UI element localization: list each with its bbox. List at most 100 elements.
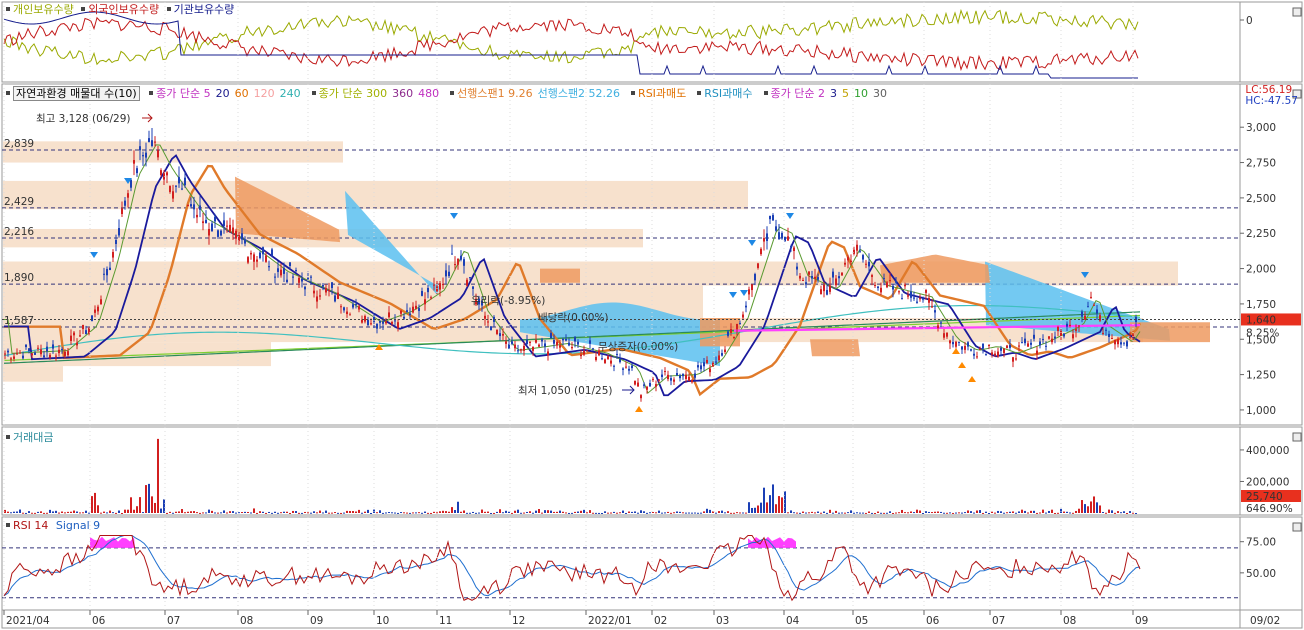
indicator-item[interactable]: 60 xyxy=(235,87,249,100)
volume-bar xyxy=(370,512,372,514)
indicator-item[interactable]: 240 xyxy=(280,87,301,100)
legend-individual[interactable]: 개인보유수량 xyxy=(13,3,74,16)
candle-body xyxy=(787,236,789,241)
candle-body xyxy=(298,277,300,283)
legend-foreign[interactable]: 외국인보유수량 xyxy=(88,3,159,16)
x-axis-right-label: 09/02 xyxy=(1250,615,1280,627)
volume-bar xyxy=(427,512,429,514)
volume-bar xyxy=(286,511,288,513)
candle-body xyxy=(547,351,549,356)
volume-bar xyxy=(673,512,675,514)
candle-body xyxy=(391,322,393,324)
volume-bar xyxy=(346,510,348,513)
indicator-item[interactable]: 360 xyxy=(392,87,413,100)
indicator-item[interactable]: RSI과매도 xyxy=(638,87,686,100)
candle-body xyxy=(601,358,603,360)
candle-body xyxy=(637,382,639,387)
candle-body xyxy=(649,382,651,387)
candle-body xyxy=(790,246,792,248)
volume-bar xyxy=(724,512,726,514)
candle-body xyxy=(460,255,462,260)
candle-body xyxy=(838,276,840,279)
hc-value: HC:-47.57 xyxy=(1245,95,1298,107)
candle-body xyxy=(766,233,768,241)
volume-bar xyxy=(379,510,381,513)
volume-bar xyxy=(85,510,87,513)
volume-bar xyxy=(238,512,240,514)
volume-bar xyxy=(787,512,789,514)
candle-body xyxy=(691,379,693,383)
volume-bar xyxy=(946,512,948,514)
rsi-title[interactable]: RSI 14 xyxy=(13,519,48,532)
volume-bar xyxy=(250,512,252,514)
indicator-item[interactable]: 종가 단순 5 xyxy=(156,87,210,100)
candle-body xyxy=(271,249,273,256)
volume-bar xyxy=(289,512,291,514)
candle-body xyxy=(514,344,516,349)
volume-bar xyxy=(841,512,843,514)
volume-bar xyxy=(40,511,42,513)
volume-bar xyxy=(244,511,246,513)
volume-bar xyxy=(817,511,819,513)
volume-bar xyxy=(940,511,942,513)
indicator-item[interactable]: RSI과매수 xyxy=(704,87,752,100)
indicator-item[interactable]: 선행스팬1 9.26 xyxy=(457,87,532,100)
candle-body xyxy=(385,321,387,324)
volume-title[interactable]: 거래대금 xyxy=(13,431,53,444)
volume-bar xyxy=(847,512,849,514)
volume-current-label: 25,740 xyxy=(1246,491,1283,503)
indicator-item[interactable]: 30 xyxy=(873,87,887,100)
volume-bar xyxy=(871,512,873,514)
candle-body xyxy=(118,228,120,236)
candle-body xyxy=(1096,309,1098,314)
candle-body xyxy=(484,315,486,319)
indicator-item[interactable]: 종가 단순 300 xyxy=(319,87,387,100)
candle-body xyxy=(859,250,861,252)
candle-body xyxy=(664,370,666,372)
candle-body xyxy=(151,140,153,147)
indicator-item[interactable]: 480 xyxy=(418,87,439,100)
stock-chart-window: 2,839 2,429 2,216 1,890 1,587 최고 3,128 (06/29… xyxy=(0,0,1304,630)
volume-profile-label[interactable]: 자연과환경 매물대 수(10) xyxy=(13,86,140,101)
panel-close-icon xyxy=(1292,432,1302,442)
candle-body xyxy=(1003,348,1005,353)
candle-body xyxy=(538,344,540,347)
volume-bar xyxy=(187,511,189,513)
volume-bar xyxy=(10,512,12,514)
volume-bar xyxy=(49,509,51,513)
volume-bar xyxy=(898,512,900,514)
signal-title[interactable]: Signal 9 xyxy=(56,519,100,532)
top-axis-label: 0 xyxy=(1246,15,1253,27)
candle-body xyxy=(844,262,846,265)
indicator-item[interactable]: 3 xyxy=(830,87,837,100)
volume-bar xyxy=(775,504,777,513)
candle-body xyxy=(316,296,318,302)
indicator-item[interactable]: 120 xyxy=(254,87,275,100)
candle-body xyxy=(325,288,327,293)
indicator-item[interactable]: 선행스팬2 52.26 xyxy=(538,87,620,100)
candle-body xyxy=(1108,333,1110,338)
volume-bar xyxy=(913,512,915,514)
candle-body xyxy=(175,185,177,187)
volume-bar xyxy=(802,511,804,513)
candle-body xyxy=(457,258,459,265)
volume-bar xyxy=(538,509,540,513)
indicator-item[interactable]: 10 xyxy=(854,87,868,100)
candle-body xyxy=(502,333,504,336)
x-axis-label: 2021/04 xyxy=(6,615,50,627)
indicator-item[interactable]: 5 xyxy=(842,87,849,100)
candle-body xyxy=(916,301,918,303)
candle-body xyxy=(1117,339,1119,345)
volume-bar xyxy=(337,512,339,514)
candle-body xyxy=(832,271,834,278)
candle-body xyxy=(148,138,150,142)
indicator-item[interactable]: 20 xyxy=(216,87,230,100)
indicator-item[interactable]: 종가 단순 2 xyxy=(771,87,825,100)
legend-institution[interactable]: 기관보유수량 xyxy=(174,3,235,16)
volume-bar xyxy=(319,510,321,513)
candle-body xyxy=(85,330,87,335)
legend-bullet-icon xyxy=(6,523,10,527)
volume-bar xyxy=(1012,511,1014,513)
candle-body xyxy=(922,298,924,300)
candle-body xyxy=(1111,338,1113,340)
